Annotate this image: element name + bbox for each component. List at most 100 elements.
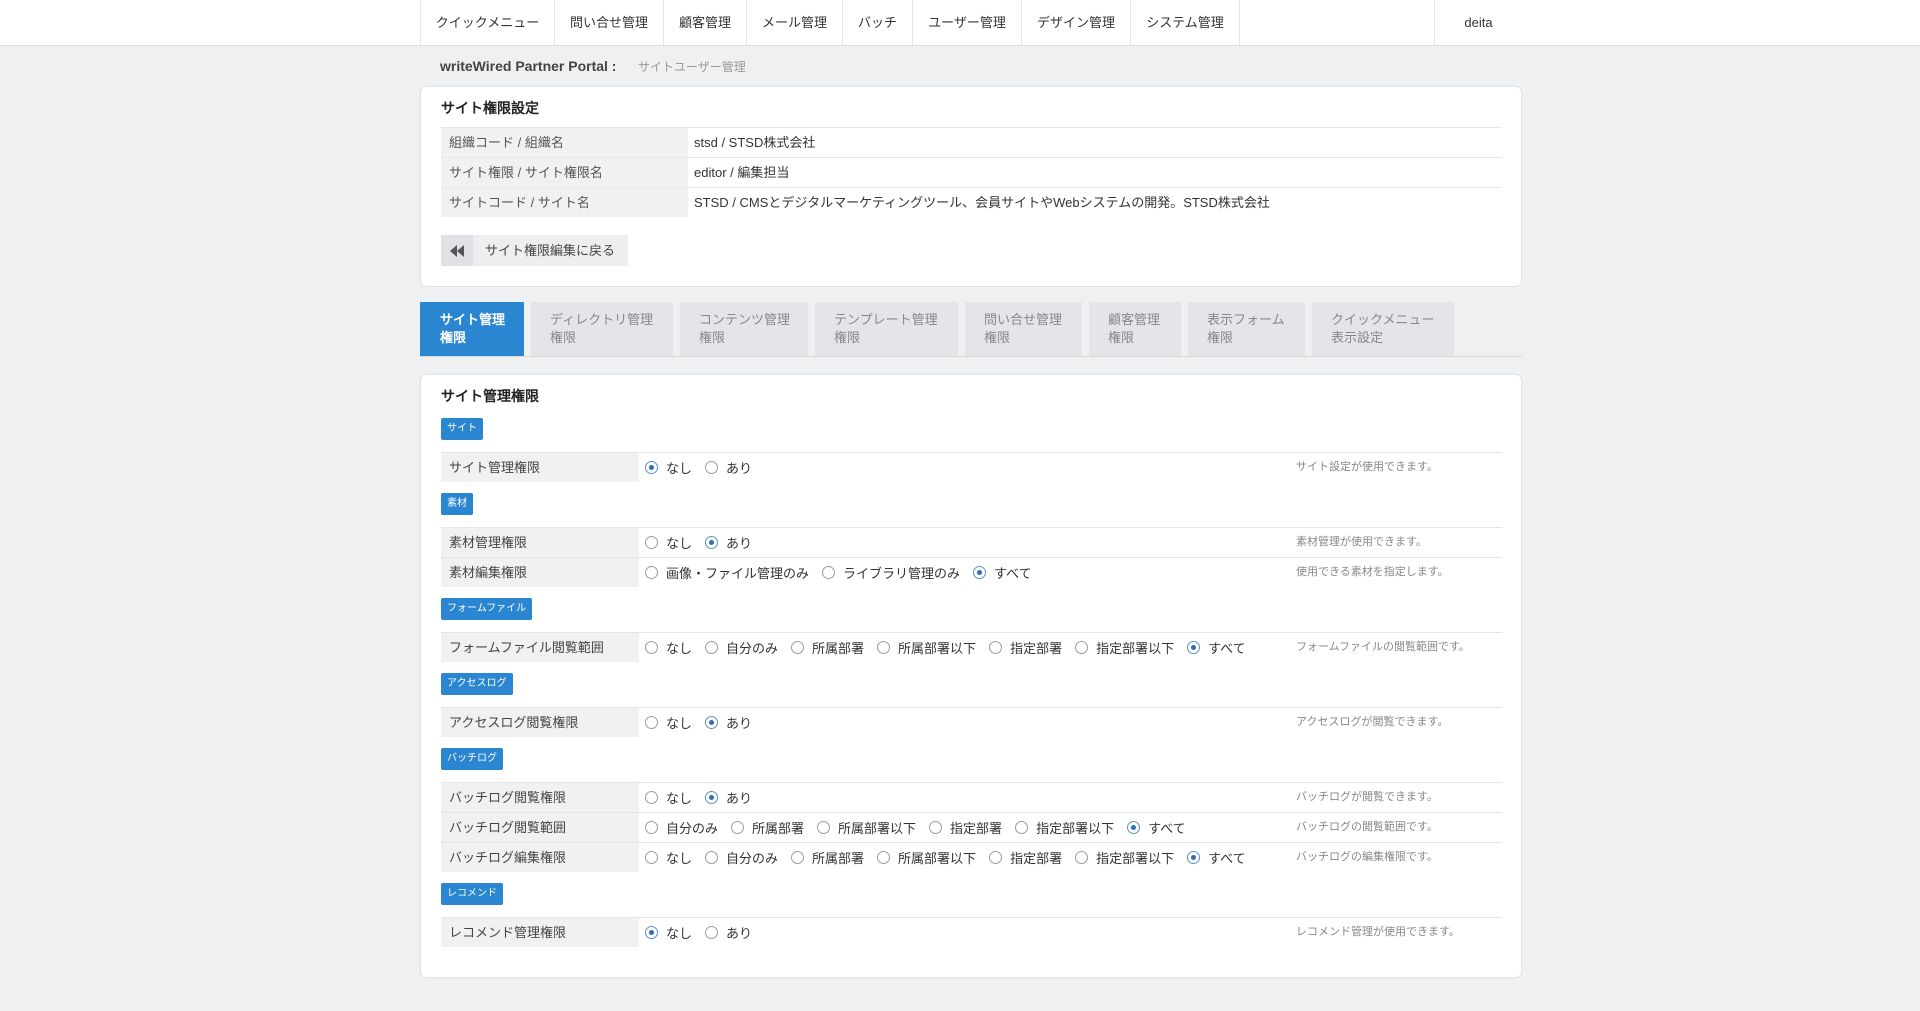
radio-label[interactable]: すべて [1208,848,1246,867]
radio-button[interactable] [645,821,658,834]
nav-user-management[interactable]: ユーザー管理 [913,0,1022,45]
nav-design-management[interactable]: デザイン管理 [1022,0,1131,45]
radio-option[interactable]: すべて [1127,818,1186,837]
radio-label[interactable]: あり [726,533,752,552]
radio-option[interactable]: すべて [1187,638,1246,657]
radio-button[interactable] [929,821,943,834]
radio-option[interactable]: 指定部署以下 [1075,848,1174,867]
radio-button[interactable] [989,851,1003,864]
radio-button[interactable] [1075,641,1089,654]
radio-button[interactable] [645,566,658,579]
radio-button[interactable] [705,461,719,474]
radio-label[interactable]: 所属部署以下 [898,638,976,657]
tab-label[interactable]: クイックメニュー [1331,311,1454,329]
nav-quick-menu[interactable]: クイックメニュー [420,0,555,45]
radio-label[interactable]: 自分のみ [666,818,718,837]
radio-label[interactable]: なし [666,533,692,552]
radio-label[interactable]: 指定部署 [950,818,1002,837]
radio-button[interactable] [822,566,836,579]
tab-content-management[interactable]: コンテンツ管理 権限 [680,302,808,356]
radio-option[interactable]: ライブラリ管理のみ [822,563,960,582]
tab-label[interactable]: 問い合せ管理 [984,311,1082,329]
radio-button[interactable] [645,791,658,804]
tab-label[interactable]: 権限 [550,329,673,347]
tab-label[interactable]: 顧客管理 [1108,311,1181,329]
radio-option[interactable]: 所属部署以下 [877,848,976,867]
radio-button[interactable] [877,851,891,864]
tab-label[interactable]: ディレクトリ管理 [550,311,673,329]
radio-button[interactable] [1127,821,1141,834]
radio-button[interactable] [645,536,658,549]
radio-option[interactable]: なし [645,713,692,732]
radio-button[interactable] [645,851,658,864]
radio-label[interactable]: あり [726,713,752,732]
nav-inquiry-management[interactable]: 問い合せ管理 [555,0,664,45]
radio-button[interactable] [989,641,1003,654]
radio-label[interactable]: 画像・ファイル管理のみ [666,563,809,582]
radio-button[interactable] [731,821,745,834]
radio-label[interactable]: 自分のみ [726,638,778,657]
nav-mail-management[interactable]: メール管理 [747,0,843,45]
radio-button[interactable] [705,536,719,549]
radio-option[interactable]: 所属部署 [791,638,864,657]
tab-display-form[interactable]: 表示フォーム 権限 [1188,302,1305,356]
tab-label[interactable]: コンテンツ管理 [699,311,808,329]
radio-option[interactable]: あり [705,458,752,477]
radio-option[interactable]: あり [705,923,752,942]
radio-label[interactable]: なし [666,923,692,942]
radio-label[interactable]: あり [726,788,752,807]
radio-option[interactable]: 所属部署以下 [877,638,976,657]
radio-label[interactable]: 自分のみ [726,848,778,867]
tab-directory-management[interactable]: ディレクトリ管理 権限 [531,302,673,356]
radio-button[interactable] [645,641,658,654]
radio-button[interactable] [705,641,719,654]
radio-button[interactable] [705,926,719,939]
radio-option[interactable]: なし [645,533,692,552]
radio-label[interactable]: 指定部署以下 [1096,848,1174,867]
tab-site-management[interactable]: サイト管理 権限 [420,302,524,356]
tab-label[interactable]: 表示フォーム [1207,311,1305,329]
radio-option[interactable]: 所属部署以下 [817,818,916,837]
radio-option[interactable]: すべて [973,563,1032,582]
radio-label[interactable]: 所属部署以下 [838,818,916,837]
radio-label[interactable]: すべて [1208,638,1246,657]
radio-label[interactable]: 指定部署以下 [1096,638,1174,657]
radio-button[interactable] [705,716,719,729]
radio-option[interactable]: なし [645,458,692,477]
radio-option[interactable]: 自分のみ [705,848,778,867]
radio-label[interactable]: ライブラリ管理のみ [843,563,960,582]
radio-button[interactable] [645,716,658,729]
radio-option[interactable]: なし [645,923,692,942]
radio-label[interactable]: なし [666,848,692,867]
radio-option[interactable]: 指定部署 [989,638,1062,657]
radio-option[interactable]: あり [705,713,752,732]
tab-label[interactable]: 権限 [440,329,524,347]
radio-button[interactable] [1015,821,1029,834]
radio-button[interactable] [791,851,805,864]
nav-batch[interactable]: バッチ [843,0,913,45]
radio-option[interactable]: あり [705,788,752,807]
radio-option[interactable]: 指定部署以下 [1015,818,1114,837]
nav-customer-management[interactable]: 顧客管理 [664,0,747,45]
radio-button[interactable] [973,566,987,579]
tab-label[interactable]: サイト管理 [440,311,524,329]
back-to-site-permission-edit-button[interactable]: サイト権限編集に戻る [441,235,628,266]
radio-option[interactable]: なし [645,848,692,867]
tab-label[interactable]: 権限 [834,329,958,347]
tab-label[interactable]: 表示設定 [1331,329,1454,347]
radio-button[interactable] [877,641,891,654]
radio-option[interactable]: 指定部署 [929,818,1002,837]
radio-option[interactable]: あり [705,533,752,552]
backward-icon[interactable] [441,235,473,266]
radio-label[interactable]: 指定部署以下 [1036,818,1114,837]
radio-label[interactable]: 所属部署 [812,848,864,867]
radio-option[interactable]: なし [645,638,692,657]
radio-button[interactable] [645,461,658,474]
radio-option[interactable]: 自分のみ [705,638,778,657]
radio-button[interactable] [705,791,719,804]
radio-option[interactable]: 自分のみ [645,818,718,837]
radio-label[interactable]: すべて [1148,818,1186,837]
radio-label[interactable]: なし [666,788,692,807]
radio-label[interactable]: 所属部署 [812,638,864,657]
user-menu[interactable]: deita [1434,0,1522,45]
